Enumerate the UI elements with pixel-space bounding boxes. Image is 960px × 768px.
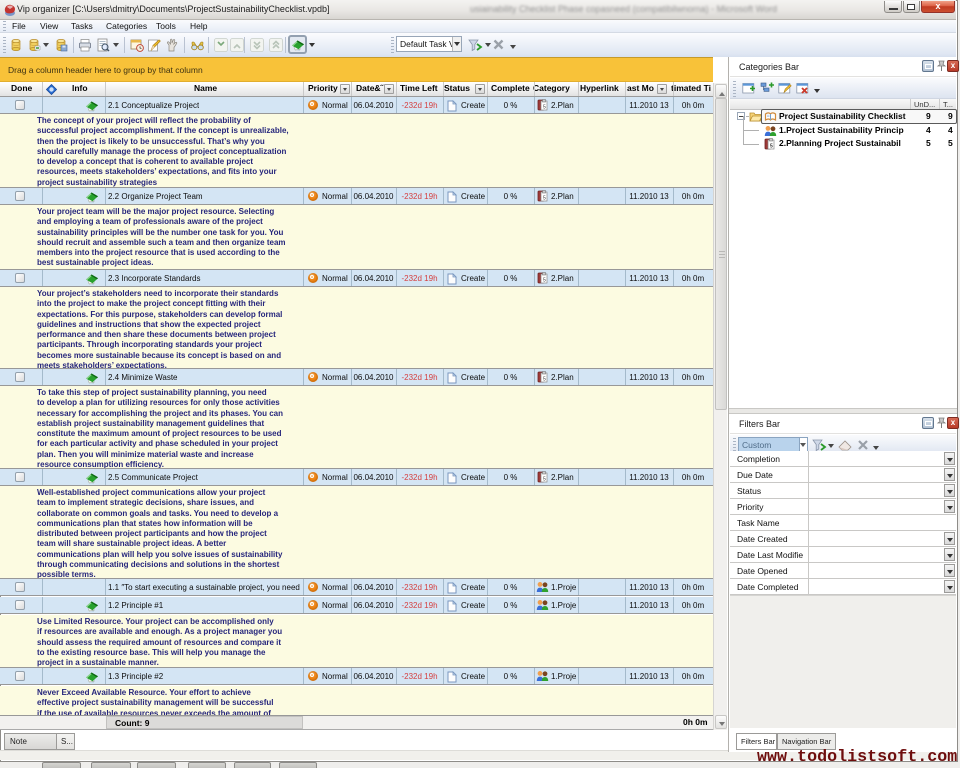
- svg-text:5: 5: [543, 377, 546, 383]
- svg-text:5: 5: [770, 144, 773, 150]
- svg-text:5: 5: [543, 196, 546, 202]
- svg-text:5: 5: [543, 278, 546, 284]
- svg-text:5: 5: [543, 477, 546, 483]
- svg-text:5: 5: [543, 105, 546, 111]
